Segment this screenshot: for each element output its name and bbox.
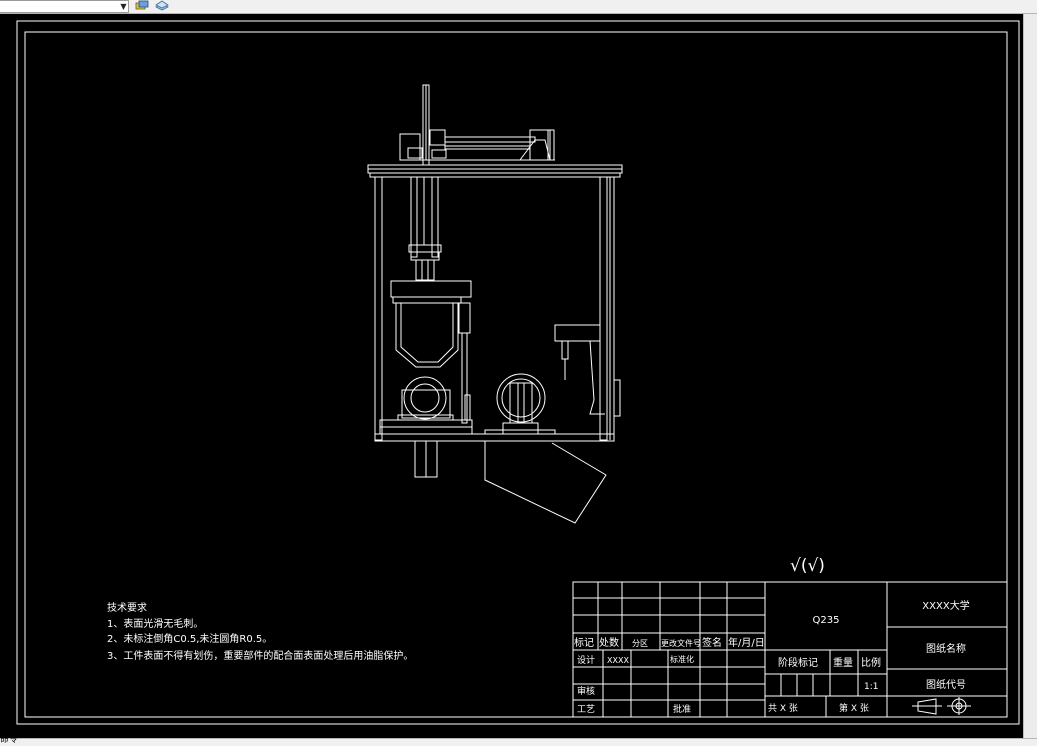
toolbar: ▼: [0, 0, 1037, 14]
count-label: 处数: [599, 636, 619, 649]
scale-label: 比例: [861, 656, 881, 669]
total-sheets: 共 X 张: [768, 703, 798, 714]
date-label: 年/月/日: [728, 636, 765, 649]
tech-req-line: 1、表面光滑无毛刺。: [107, 617, 203, 630]
review-label: 审核: [577, 685, 595, 697]
sheet-number: 第 X 张: [839, 702, 869, 714]
scale-value: 1:1: [864, 682, 878, 692]
layer-manager-icon[interactable]: [154, 0, 170, 11]
design-label: 设计: [577, 654, 595, 666]
tech-req-line: 2、未标注倒角C0.5,未注圆角R0.5。: [107, 632, 272, 645]
projection-symbol-icon: [912, 697, 971, 715]
tech-req-line: 3、工件表面不得有划伤，重要部件的配合面表面处理后用油脂保护。: [107, 649, 413, 662]
layer-state-icon[interactable]: [135, 0, 149, 11]
design-value: XXXX: [607, 656, 629, 665]
university-name: XXXX大学: [922, 599, 969, 612]
zone-label: 分区: [632, 639, 648, 648]
approve-label: 批准: [673, 703, 691, 715]
standardize-label: 标准化: [670, 654, 694, 664]
machine-assembly: [367, 84, 623, 524]
drawing-name: 图纸名称: [926, 642, 966, 655]
signature-label: 签名: [702, 636, 722, 649]
material-label: Q235: [813, 615, 840, 626]
command-prompt: 命令: [0, 735, 19, 745]
tech-req-title: 技术要求: [107, 601, 147, 614]
roughness-symbol: √(√): [790, 556, 825, 576]
stage-mark-label: 阶段标记: [778, 656, 818, 669]
change-doc-label: 更改文件号: [661, 638, 701, 648]
process-label: 工艺: [577, 704, 595, 715]
layer-combo[interactable]: ▼: [0, 0, 129, 13]
vertical-scrollbar[interactable]: [1023, 14, 1037, 738]
mark-label: 标记: [574, 637, 594, 649]
chevron-down-icon[interactable]: ▼: [119, 1, 128, 12]
weight-label: 重量: [833, 656, 853, 669]
drawing-canvas[interactable]: √(√) 技术要求 1、表面光滑无毛刺。 2、未标注倒角C0.5,未注圆角R0.…: [0, 14, 1023, 738]
drawing-code: 图纸代号: [926, 678, 966, 691]
drawing-svg: √(√) 技术要求 1、表面光滑无毛刺。 2、未标注倒角C0.5,未注圆角R0.…: [16, 20, 1020, 725]
